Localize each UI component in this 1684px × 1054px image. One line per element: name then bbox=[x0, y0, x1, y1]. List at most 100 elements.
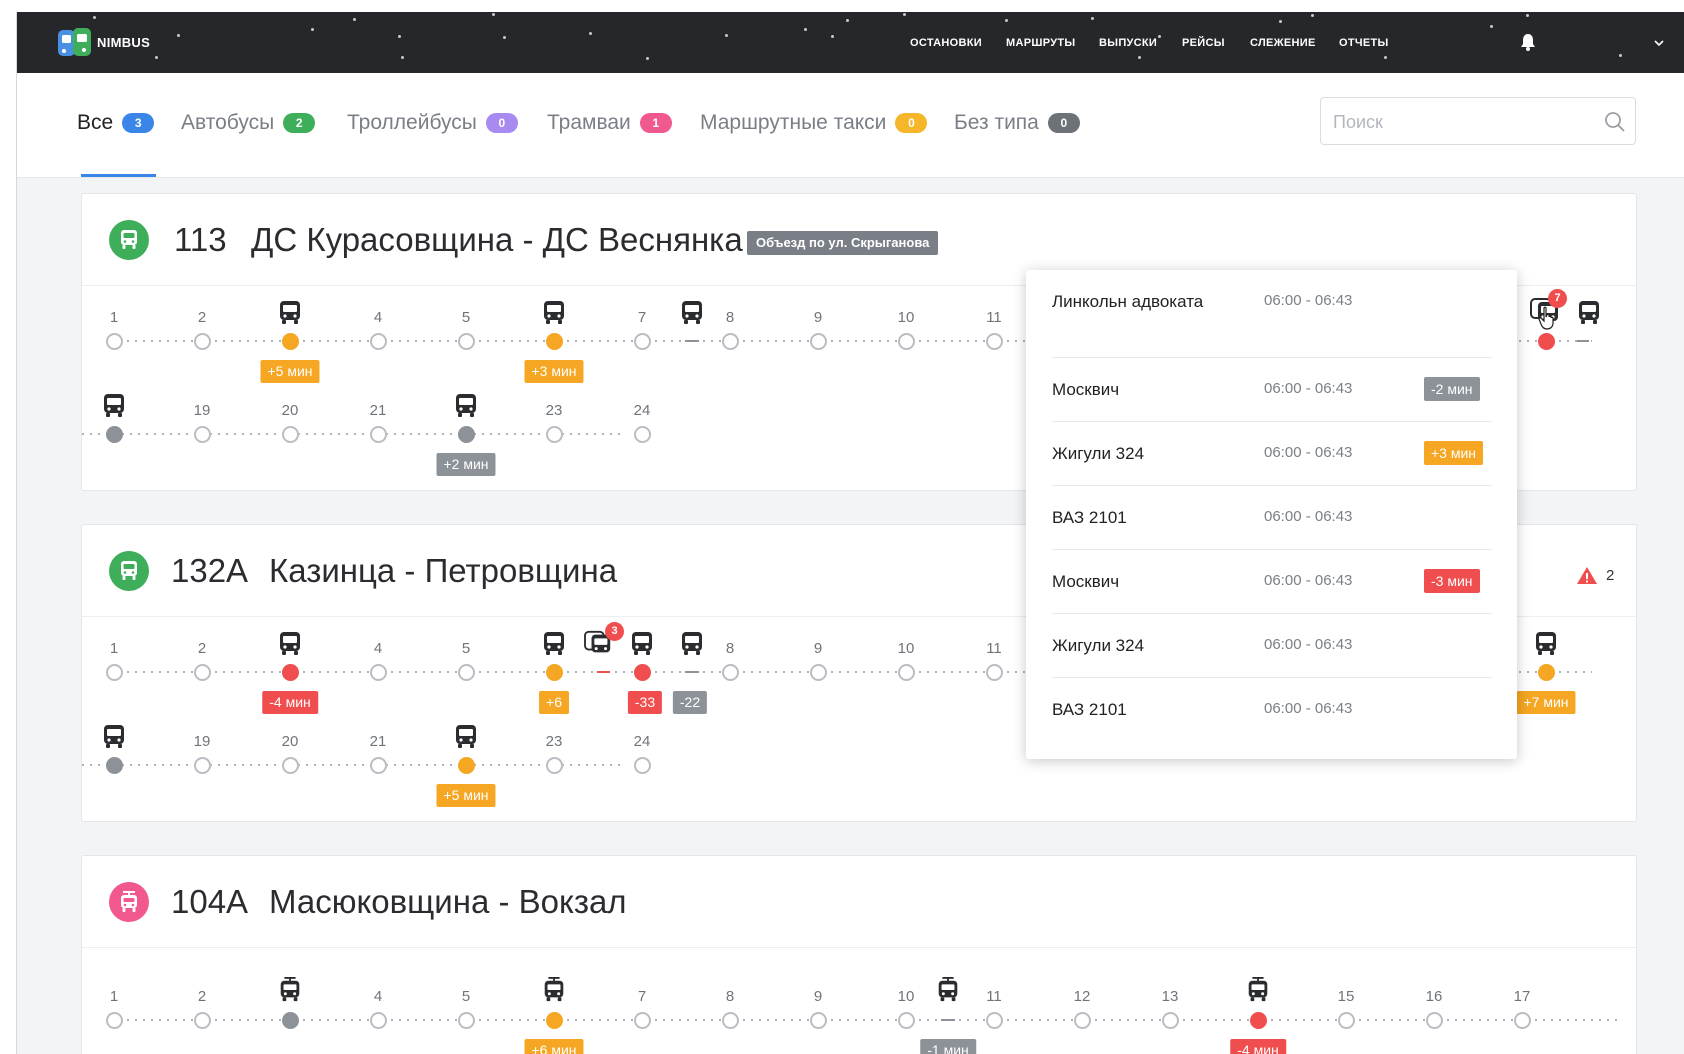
stop-dot[interactable] bbox=[457, 756, 475, 774]
stop-dot[interactable] bbox=[1537, 332, 1555, 350]
logo-icon[interactable] bbox=[58, 28, 91, 58]
tram-icon[interactable] bbox=[1245, 977, 1271, 1003]
bus-icon[interactable] bbox=[541, 300, 567, 326]
stop-dot[interactable] bbox=[1249, 1011, 1267, 1029]
nav-trips[interactable]: РЕЙСЫ bbox=[1182, 37, 1225, 49]
stop-dot[interactable] bbox=[633, 756, 651, 774]
stop-dot[interactable] bbox=[809, 332, 827, 350]
stop-dot[interactable] bbox=[1161, 1011, 1179, 1029]
tram-icon[interactable] bbox=[541, 977, 567, 1003]
stop-dot[interactable] bbox=[193, 756, 211, 774]
stop-dot[interactable] bbox=[105, 332, 123, 350]
stop-number: 4 bbox=[373, 309, 383, 326]
bus-icon[interactable] bbox=[679, 300, 705, 326]
bell-icon[interactable] bbox=[1520, 33, 1536, 51]
stop-dot[interactable] bbox=[1337, 1011, 1355, 1029]
popup-vehicle-row[interactable]: Жигули 324 06:00 - 06:43 +3 мин bbox=[1052, 422, 1492, 486]
stop-dot[interactable] bbox=[193, 1011, 211, 1029]
stop-dot[interactable] bbox=[193, 332, 211, 350]
stop-dot[interactable] bbox=[105, 425, 123, 443]
stop-dot[interactable] bbox=[545, 663, 563, 681]
stop-dot[interactable] bbox=[1425, 1011, 1443, 1029]
stop-dot[interactable] bbox=[281, 332, 299, 350]
stop-dot[interactable] bbox=[633, 1011, 651, 1029]
popup-vehicle-row[interactable]: ВАЗ 2101 06:00 - 06:43 bbox=[1052, 678, 1492, 742]
tram-icon[interactable] bbox=[277, 977, 303, 1003]
stop-dot[interactable] bbox=[369, 756, 387, 774]
stop-dot[interactable] bbox=[105, 756, 123, 774]
popup-vehicle-row[interactable]: Москвич 06:00 - 06:43 -2 мин bbox=[1052, 358, 1492, 422]
route-alert[interactable]: 2 bbox=[1576, 566, 1614, 585]
tab-buses[interactable]: Автобусы 2 bbox=[181, 111, 316, 135]
stop-dot[interactable] bbox=[281, 1011, 299, 1029]
stop-dot[interactable] bbox=[193, 425, 211, 443]
bus-icon[interactable] bbox=[277, 631, 303, 657]
stop-dot[interactable] bbox=[545, 425, 563, 443]
nav-stops[interactable]: ОСТАНОВКИ bbox=[910, 37, 982, 49]
stop-dot[interactable] bbox=[633, 425, 651, 443]
search-input[interactable] bbox=[1333, 110, 1583, 134]
stop-dot[interactable] bbox=[281, 425, 299, 443]
stop-dot[interactable] bbox=[809, 1011, 827, 1029]
stop-dot[interactable] bbox=[281, 663, 299, 681]
stop-dot[interactable] bbox=[985, 663, 1003, 681]
popup-vehicle-row[interactable]: Линкольн адвоката 06:00 - 06:43 bbox=[1052, 270, 1492, 358]
nav-releases[interactable]: ВЫПУСКИ bbox=[1099, 37, 1157, 49]
stop-dot[interactable] bbox=[457, 425, 475, 443]
stop-dot[interactable] bbox=[721, 1011, 739, 1029]
stop-dot[interactable] bbox=[633, 332, 651, 350]
stop-dot[interactable] bbox=[721, 663, 739, 681]
bus-icon[interactable] bbox=[679, 631, 705, 657]
bus-icon[interactable] bbox=[1576, 300, 1602, 326]
stop-dot[interactable] bbox=[897, 663, 915, 681]
bus-icon[interactable] bbox=[101, 393, 127, 419]
stop-dot[interactable] bbox=[369, 663, 387, 681]
tab-minibuses[interactable]: Маршрутные такси 0 bbox=[700, 111, 928, 135]
route-card[interactable]: 104A Масюковщина - Вокзал 1 2 4 5 7 8 9 … bbox=[81, 855, 1637, 1054]
tab-all[interactable]: Все 3 bbox=[77, 111, 155, 135]
bus-icon[interactable] bbox=[1533, 631, 1559, 657]
stop-dot[interactable] bbox=[1073, 1011, 1091, 1029]
bus-icon[interactable] bbox=[101, 724, 127, 750]
stop-number: 9 bbox=[813, 640, 823, 657]
tab-trams[interactable]: Трамваи 1 bbox=[547, 111, 672, 135]
search-icon[interactable] bbox=[1604, 111, 1626, 133]
stop-dot[interactable] bbox=[545, 756, 563, 774]
chevron-down-icon[interactable] bbox=[1654, 39, 1664, 47]
nav-routes[interactable]: МАРШРУТЫ bbox=[1006, 37, 1075, 49]
stop-dot[interactable] bbox=[633, 663, 651, 681]
stop-dot[interactable] bbox=[369, 425, 387, 443]
tab-trolleybuses[interactable]: Троллейбусы 0 bbox=[347, 111, 518, 135]
stop-dot[interactable] bbox=[105, 663, 123, 681]
bus-icon[interactable] bbox=[277, 300, 303, 326]
stop-dot[interactable] bbox=[457, 332, 475, 350]
nav-tracking[interactable]: СЛЕЖЕНИЕ bbox=[1250, 37, 1316, 49]
stop-dot[interactable] bbox=[897, 332, 915, 350]
nav-reports[interactable]: ОТЧЕТЫ bbox=[1339, 37, 1389, 49]
popup-vehicle-row[interactable]: ВАЗ 2101 06:00 - 06:43 bbox=[1052, 486, 1492, 550]
stop-dot[interactable] bbox=[105, 1011, 123, 1029]
stop-dot[interactable] bbox=[281, 756, 299, 774]
stop-dot[interactable] bbox=[457, 663, 475, 681]
tab-untyped[interactable]: Без типа 0 bbox=[954, 111, 1080, 135]
tram-icon[interactable] bbox=[935, 977, 961, 1003]
stop-dot[interactable] bbox=[809, 663, 827, 681]
bus-icon[interactable] bbox=[629, 631, 655, 657]
bus-icon[interactable] bbox=[541, 631, 567, 657]
bus-icon[interactable] bbox=[453, 393, 479, 419]
stop-dot[interactable] bbox=[721, 332, 739, 350]
stop-dot[interactable] bbox=[897, 1011, 915, 1029]
stop-dot[interactable] bbox=[457, 1011, 475, 1029]
bus-icon[interactable] bbox=[453, 724, 479, 750]
stop-dot[interactable] bbox=[369, 332, 387, 350]
stop-dot[interactable] bbox=[1537, 663, 1555, 681]
stop-dot[interactable] bbox=[193, 663, 211, 681]
stop-dot[interactable] bbox=[1513, 1011, 1531, 1029]
stop-dot[interactable] bbox=[985, 1011, 1003, 1029]
stop-dot[interactable] bbox=[545, 1011, 563, 1029]
popup-vehicle-row[interactable]: Жигули 324 06:00 - 06:43 bbox=[1052, 614, 1492, 678]
stop-dot[interactable] bbox=[369, 1011, 387, 1029]
stop-dot[interactable] bbox=[545, 332, 563, 350]
popup-vehicle-row[interactable]: Москвич 06:00 - 06:43 -3 мин bbox=[1052, 550, 1492, 614]
stop-dot[interactable] bbox=[985, 332, 1003, 350]
